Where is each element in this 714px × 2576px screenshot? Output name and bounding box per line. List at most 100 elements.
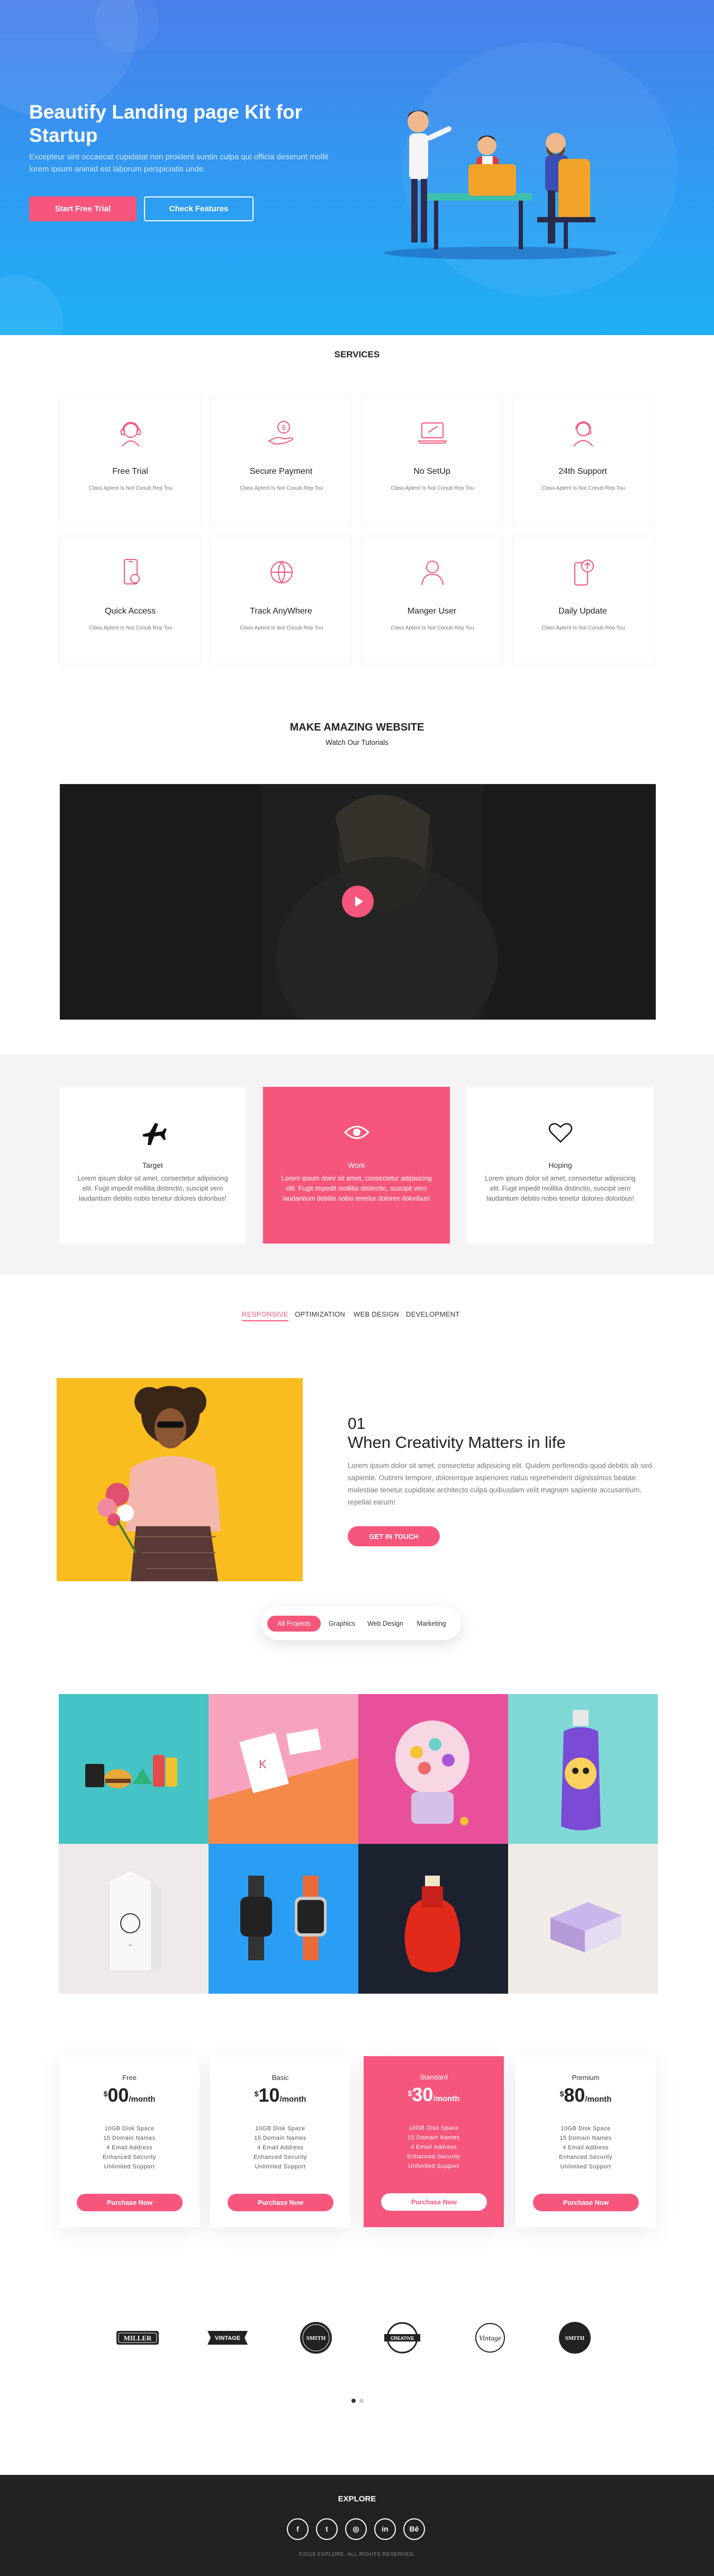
purchase-now-button[interactable]: Purchase Now [228, 2194, 333, 2211]
portfolio-item[interactable] [209, 1844, 358, 1994]
hero-title: Beautify Landing page Kit for Startup [29, 101, 302, 146]
carousel-dot-active[interactable] [351, 2399, 356, 2403]
svg-text:MILLER: MILLER [124, 2334, 152, 2342]
portfolio-item[interactable] [59, 1694, 209, 1844]
feature-card[interactable]: Hoping Lorem ipsum dolor sit amet, conse… [467, 1087, 654, 1244]
plan-feature: Unlimited Support [408, 2163, 459, 2169]
linkedin-icon[interactable]: in [374, 2518, 396, 2540]
pricing-card-standard: Standard $30/month 10GB Disk Space 15 Dom… [364, 2056, 504, 2227]
service-title: No SetUp [413, 467, 450, 476]
purchase-now-button[interactable]: Purchase Now [77, 2194, 183, 2211]
service-desc: Class Aptent Is Not Conub Rep Tou [541, 625, 625, 631]
start-free-trial-button[interactable]: Start Free Trial [29, 196, 137, 221]
heart-icon [548, 1123, 573, 1143]
plan-feature: 10GB Disk Space [409, 2125, 459, 2131]
tab-web-design[interactable]: WEB DESIGN [354, 1310, 399, 1318]
creative-logo: CREATIVE [384, 2322, 420, 2354]
headset-icon [121, 422, 141, 447]
facebook-icon[interactable]: f [287, 2518, 309, 2540]
plan-feature: 4 Email Address [563, 2145, 609, 2151]
feature-title: Work [348, 1161, 365, 1169]
feature-text: Lorem ipsum dolor sit amet, consectetur … [281, 1175, 432, 1202]
gift-box-image [508, 1844, 658, 1994]
svg-text:CREATIVE: CREATIVE [391, 2336, 414, 2341]
filter-graphics[interactable]: Graphics [323, 1616, 360, 1632]
tab-optimization[interactable]: OPTIMIZATION [295, 1310, 345, 1318]
svg-text:K: K [259, 1758, 267, 1771]
user-manager-icon [421, 561, 444, 586]
get-in-touch-button[interactable]: GET IN TOUCH [348, 1526, 440, 1546]
payment-hand-icon: $ [267, 421, 293, 445]
purchase-now-button[interactable]: Purchase Now [381, 2193, 487, 2211]
gumball-machine-image [358, 1694, 508, 1844]
service-card[interactable]: 24th Support Class Aptent Is Not Conub R… [512, 396, 654, 525]
service-card[interactable]: Manger User Class Aptent Is Not Conub Re… [361, 536, 503, 664]
creativity-text: Lorem ipsum dolor sit amet, consectetur … [348, 1462, 652, 1506]
plan-feature: 15 Domain Names [254, 2135, 306, 2141]
plan-price: $80/month [559, 2084, 612, 2106]
portfolio-item[interactable] [358, 1694, 508, 1844]
service-card[interactable]: Daily Update Class Aptent Is Not Conub R… [512, 536, 654, 664]
eye-icon [344, 1125, 370, 1139]
globe-track-icon [270, 561, 293, 584]
service-card[interactable]: No SetUp Class Aptent Is Not Conub Rep T… [361, 396, 503, 525]
portfolio-item[interactable] [508, 1844, 658, 1994]
pricing-card-free: Free $00/month 10GB Disk Space 15 Domain … [59, 2057, 200, 2227]
behance-icon[interactable]: Bē [403, 2518, 425, 2540]
play-button[interactable] [342, 886, 374, 917]
filter-all-projects[interactable]: All Projects [267, 1616, 321, 1632]
hero-section: Beautify Landing page Kit for Startup Ex… [0, 0, 714, 335]
service-desc: Class Aptent Is Not Conub Rep Tou [541, 485, 625, 491]
instagram-icon[interactable]: ◎ [345, 2518, 367, 2540]
smith-logo: SMITH [300, 2322, 332, 2354]
plan-feature: 10GB Disk Space [561, 2125, 611, 2132]
portfolio-item[interactable] [508, 1694, 658, 1844]
purchase-now-button[interactable]: Purchase Now [533, 2194, 639, 2211]
portfolio-item[interactable] [358, 1844, 508, 1994]
check-features-button[interactable]: Check Features [144, 196, 254, 221]
feature-text: Lorem ipsum dolor sit amet, consectetur … [485, 1175, 636, 1202]
service-title: Free Trial [112, 467, 148, 476]
tab-development[interactable]: DEVELOPMENT [406, 1310, 460, 1318]
service-card[interactable]: Track AnyWhere Class Aptent Is Not Conub… [210, 536, 352, 664]
service-desc: Class Aptent Is Not Conub Rep Tou [391, 485, 474, 491]
plan-feature: 4 Email Address [106, 2145, 152, 2151]
pricing-card-premium: Premium $80/month 10GB Disk Space 15 Doma… [516, 2057, 656, 2227]
plan-feature: 10GB Disk Space [255, 2125, 305, 2132]
service-card[interactable]: $ Secure Payment Class Aptent Is Not Con… [210, 396, 352, 525]
service-desc: Class Aptent Is Not Conub Rep Tou [391, 625, 474, 631]
service-title: Secure Payment [249, 467, 313, 476]
plan-features: 10GB Disk Space 15 Domain Names 4 Email Ad… [364, 2123, 504, 2171]
portfolio-item[interactable]: ~ [59, 1844, 209, 1994]
feature-card[interactable]: Target Lorem ipsum dolor sit amet, conse… [59, 1087, 246, 1244]
portfolio-filter: All Projects Graphics Web Design Marketi… [261, 1606, 461, 1640]
plan-price: $00/month [103, 2084, 156, 2106]
service-card[interactable]: Quick Access Class Aptent Is Not Conub R… [59, 536, 201, 664]
vintage-script-logo: Vintage [475, 2323, 505, 2353]
twitter-icon[interactable]: t [316, 2518, 338, 2540]
plan-price: $10/month [254, 2084, 306, 2106]
red-bottle-image [358, 1844, 508, 1994]
juice-bottle-image [508, 1694, 658, 1844]
service-title: Quick Access [104, 607, 156, 616]
plan-feature: 15 Domain Names [408, 2134, 460, 2141]
woman-with-flowers-photo [57, 1378, 303, 1581]
creativity-title: When Creativity Matters in life [348, 1433, 566, 1452]
burger-packaging-image [59, 1694, 209, 1844]
tutorial-video[interactable] [60, 784, 656, 1020]
section-number: 01 [348, 1415, 366, 1433]
carousel-dot[interactable] [359, 2399, 364, 2403]
feature-card[interactable]: Work Lorem ipsum dolor sit amet, consect… [263, 1087, 450, 1244]
smith-badge-logo: SMITH [559, 2322, 591, 2354]
phone-update-icon [574, 560, 594, 586]
filter-web-design[interactable]: Web Design [362, 1616, 409, 1632]
portfolio-item[interactable]: K [209, 1694, 358, 1844]
airplane-icon [142, 1123, 167, 1145]
filter-marketing[interactable]: Marketing [410, 1616, 453, 1632]
service-card[interactable]: Free Trial Class Aptent Is Not Conub Rep… [59, 396, 201, 525]
footer-title: EXPLORE [338, 2494, 376, 2503]
video-subtitle: Watch Our Tutorials [326, 738, 388, 746]
service-title: Manger User [407, 607, 457, 616]
tab-responsive[interactable]: RESPONSIVE [242, 1310, 288, 1321]
plan-feature: Enhanced Security [103, 2154, 156, 2160]
